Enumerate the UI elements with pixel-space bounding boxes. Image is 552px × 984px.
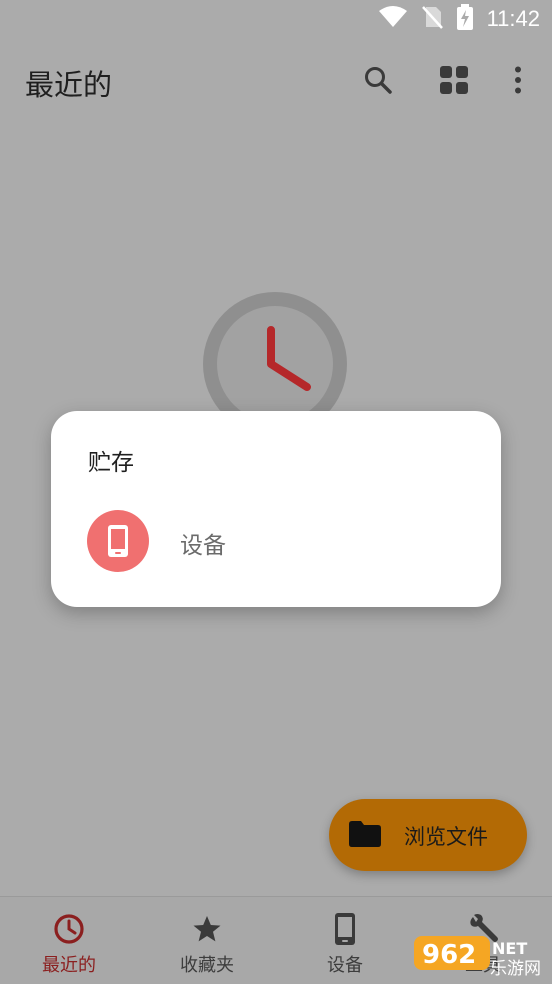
nav-label-device: 设备 [327,955,363,976]
watermark-suffix: NET [492,939,527,958]
folder-icon [349,821,381,851]
storage-item-device[interactable]: 设备 [51,503,501,579]
storage-item-label: 设备 [180,533,226,559]
watermark-brand: 962 [422,940,476,970]
page-title: 最近的 [25,68,113,102]
nav-item-recent[interactable]: 最近的 [0,897,138,984]
wifi-icon [378,6,407,32]
status-bar: 11:42 [0,0,552,38]
nav-item-device[interactable]: 设备 [276,897,414,984]
browse-files-label: 浏览文件 [404,825,488,849]
phone-icon [328,912,362,946]
watermark-logo: 962 NET 乐游网 [412,930,548,980]
star-icon [190,912,224,946]
phone-icon [108,525,128,557]
device-avatar [87,510,149,572]
more-vert-icon [515,66,521,94]
nav-item-favorites[interactable]: 收藏夹 [138,897,276,984]
grid-view-button[interactable] [438,64,470,96]
nav-label-recent: 最近的 [42,955,96,976]
top-app-bar: 最近的 [0,38,552,122]
clock-icon [52,912,86,946]
battery-charging-icon [456,4,473,34]
no-sim-icon [421,5,443,33]
nav-label-favorites: 收藏夹 [180,955,234,976]
search-button[interactable] [362,64,394,96]
browse-files-button[interactable]: 浏览文件 [329,799,527,871]
dialog-title: 贮存 [88,450,134,476]
status-time: 11:42 [486,6,540,31]
more-options-button[interactable] [502,64,534,96]
grid-icon [440,66,468,94]
storage-dialog: 贮存 设备 [51,411,501,607]
watermark-cn: 乐游网 [490,959,541,979]
search-icon [365,67,392,94]
